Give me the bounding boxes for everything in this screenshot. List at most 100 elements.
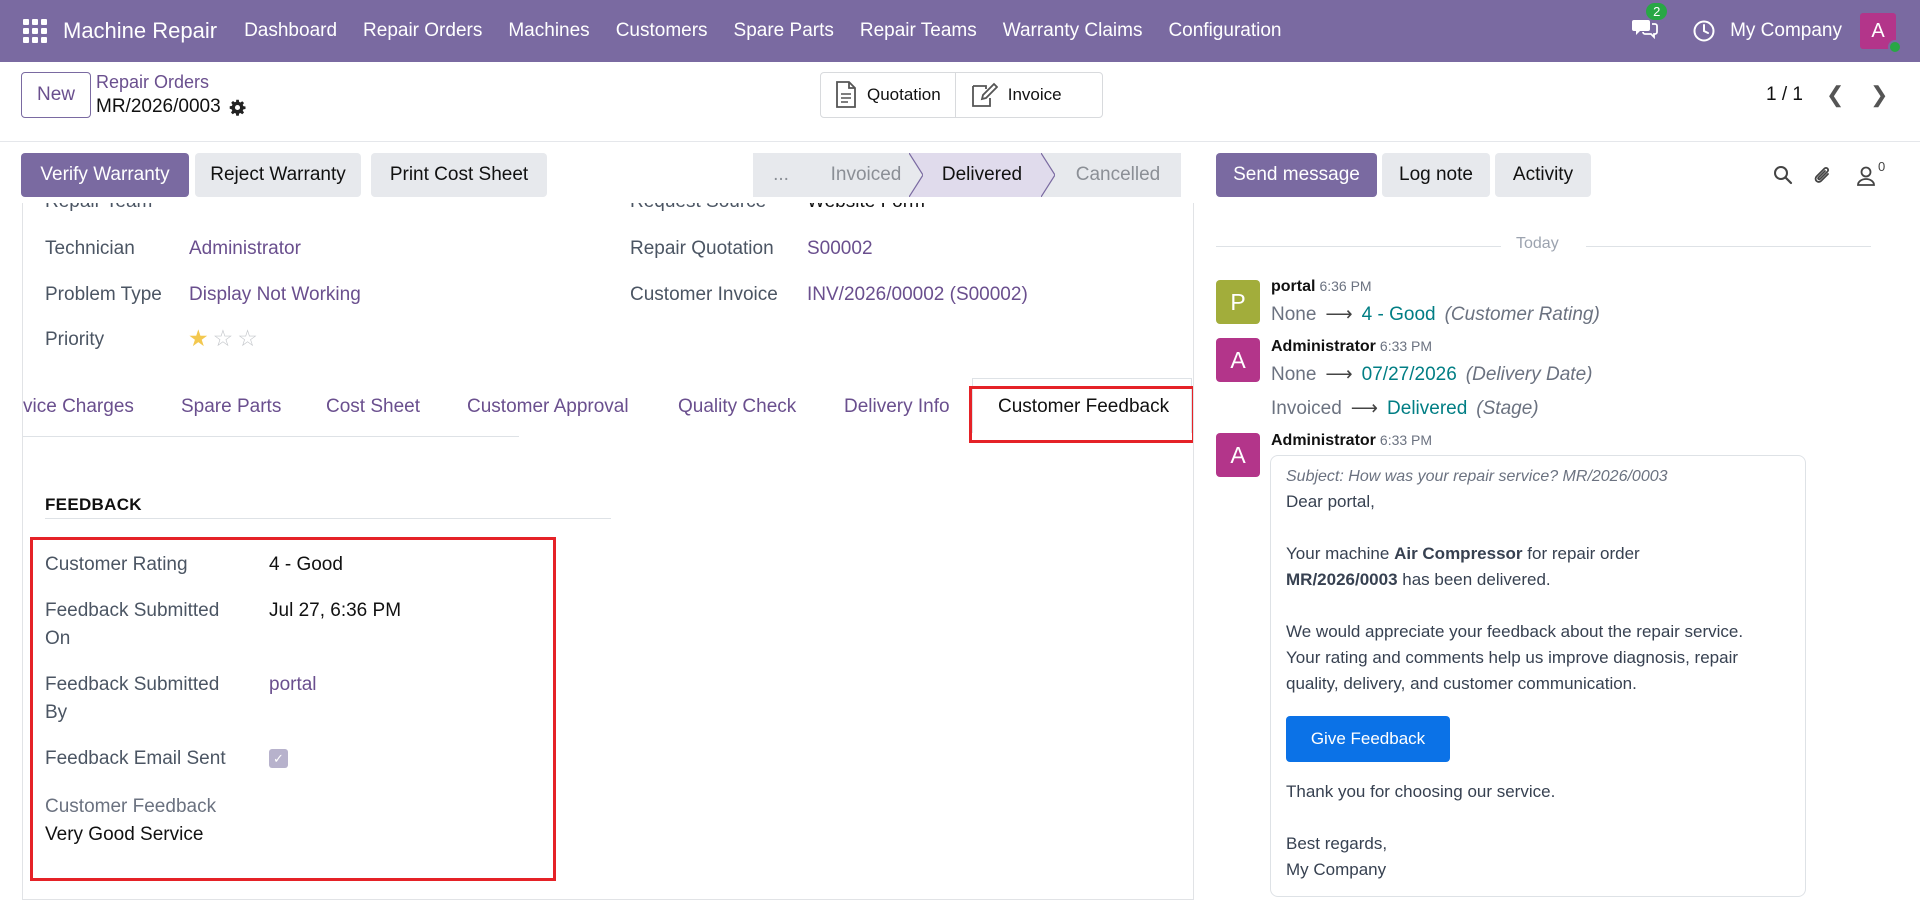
quotation-smart-button[interactable]: Quotation bbox=[821, 73, 955, 117]
submitted-on-label-line1: Feedback Submitted bbox=[45, 600, 220, 621]
old-value: None bbox=[1271, 303, 1317, 325]
verify-warranty-button[interactable]: Verify Warranty bbox=[21, 153, 189, 197]
email-paragraph-1-line1: Your machine Air Compressor for repair o… bbox=[1286, 544, 1640, 563]
date-separator: Today bbox=[1516, 235, 1559, 252]
breadcrumb-parent[interactable]: Repair Orders bbox=[96, 72, 209, 93]
top-navbar: Machine Repair Dashboard Repair Orders M… bbox=[0, 0, 1920, 62]
menu-repair-teams[interactable]: Repair Teams bbox=[860, 20, 977, 42]
clock-icon[interactable] bbox=[1692, 19, 1716, 43]
submitted-by-label-line1: Feedback Submitted bbox=[45, 674, 220, 695]
repair-quotation-label: Repair Quotation bbox=[630, 238, 774, 259]
menu-configuration[interactable]: Configuration bbox=[1168, 20, 1281, 42]
author-avatar[interactable]: P bbox=[1216, 280, 1260, 324]
arrow-right-icon: ⟶ bbox=[1325, 364, 1353, 385]
status-more[interactable]: ... bbox=[753, 153, 809, 197]
status-cancelled[interactable]: Cancelled bbox=[1055, 153, 1181, 197]
reject-warranty-button[interactable]: Reject Warranty bbox=[195, 153, 361, 197]
customer-feedback-label: Customer Feedback bbox=[45, 796, 217, 817]
section-divider bbox=[45, 518, 611, 519]
email-paragraph-1-line2: MR/2026/0003 has been delivered. bbox=[1286, 570, 1551, 589]
email-paragraph-2-line1: We would appreciate your feedback about … bbox=[1286, 622, 1744, 641]
pager-next-icon[interactable]: ❯ bbox=[1870, 82, 1888, 108]
star-icon[interactable]: ☆ bbox=[237, 325, 258, 352]
date-divider-right bbox=[1586, 246, 1871, 247]
menu-warranty-claims[interactable]: Warranty Claims bbox=[1003, 20, 1143, 42]
new-button[interactable]: New bbox=[21, 72, 91, 118]
priority-stars[interactable]: ★ ☆ ☆ bbox=[188, 325, 258, 352]
problem-type-value[interactable]: Display Not Working bbox=[189, 284, 361, 306]
menu-dashboard[interactable]: Dashboard bbox=[244, 20, 337, 42]
print-cost-sheet-button[interactable]: Print Cost Sheet bbox=[371, 153, 547, 197]
technician-label: Technician bbox=[45, 238, 135, 259]
form-sheet: Repair Team Request Source Website Form … bbox=[22, 203, 1194, 900]
gear-icon[interactable] bbox=[229, 99, 246, 116]
user-avatar[interactable]: A bbox=[1860, 13, 1902, 54]
status-invoiced[interactable]: Invoiced bbox=[809, 153, 909, 197]
email-signature: My Company bbox=[1286, 860, 1387, 879]
messages-button[interactable]: 2 bbox=[1632, 3, 1668, 45]
app-name[interactable]: Machine Repair bbox=[63, 18, 217, 44]
notebook-tabs: vice Charges Spare Parts Cost Sheet Cust… bbox=[23, 378, 1193, 443]
priority-label: Priority bbox=[45, 329, 105, 350]
search-icon[interactable] bbox=[1773, 165, 1793, 185]
request-source-value[interactable]: Website Form bbox=[807, 203, 925, 213]
new-value: Delivered bbox=[1387, 397, 1468, 419]
status-delivered[interactable]: Delivered bbox=[923, 153, 1041, 197]
email-subject: Subject: How was your repair service? MR… bbox=[1286, 468, 1668, 485]
record-name: MR/2026/0003 bbox=[96, 96, 221, 117]
arrow-right-icon: ⟶ bbox=[1350, 398, 1379, 419]
tab-delivery-info[interactable]: Delivery Info bbox=[844, 396, 950, 418]
tab-customer-approval[interactable]: Customer Approval bbox=[467, 396, 629, 418]
message-time: 6:33 PM bbox=[1379, 338, 1433, 354]
new-value: 07/27/2026 bbox=[1361, 363, 1457, 385]
field-name: (Delivery Date) bbox=[1465, 363, 1593, 385]
pager-previous-icon[interactable]: ❮ bbox=[1826, 82, 1844, 108]
star-icon[interactable]: ☆ bbox=[213, 325, 234, 352]
email-thanks: Thank you for choosing our service. bbox=[1286, 782, 1556, 801]
invoice-smart-button[interactable]: Invoice bbox=[954, 73, 1102, 117]
apps-grid-icon[interactable] bbox=[23, 19, 47, 43]
repair-quotation-value[interactable]: S00002 bbox=[807, 238, 873, 260]
old-value: Invoiced bbox=[1271, 397, 1342, 419]
tab-spare-parts[interactable]: Spare Parts bbox=[181, 396, 281, 418]
author-avatar[interactable]: A bbox=[1216, 338, 1260, 382]
pager-value[interactable]: 1 / 1 bbox=[1766, 84, 1803, 106]
log-note-button[interactable]: Log note bbox=[1382, 153, 1490, 197]
customer-feedback-value[interactable]: Very Good Service bbox=[45, 824, 203, 846]
star-icon[interactable]: ★ bbox=[188, 325, 209, 352]
followers-icon[interactable] bbox=[1856, 165, 1876, 187]
company-switcher[interactable]: My Company bbox=[1730, 20, 1842, 42]
email-sent-checkbox[interactable]: ✓ bbox=[269, 749, 288, 768]
message-author[interactable]: portal 6:36 PM bbox=[1271, 278, 1372, 296]
customer-invoice-value[interactable]: INV/2026/00002 (S00002) bbox=[807, 284, 1028, 306]
email-paragraph-2-line2: Your rating and comments help us improve… bbox=[1286, 648, 1739, 667]
give-feedback-button[interactable]: Give Feedback bbox=[1286, 716, 1450, 762]
smart-buttons: Quotation Invoice bbox=[820, 72, 1103, 118]
submitted-by-value[interactable]: portal bbox=[269, 674, 317, 696]
message-author[interactable]: Administrator 6:33 PM bbox=[1271, 338, 1432, 356]
tab-cost-sheet[interactable]: Cost Sheet bbox=[326, 396, 420, 418]
new-value: 4 - Good bbox=[1361, 303, 1436, 325]
date-divider-left bbox=[1216, 246, 1501, 247]
menu-repair-orders[interactable]: Repair Orders bbox=[363, 20, 482, 42]
document-icon bbox=[836, 81, 856, 108]
submitted-on-value[interactable]: Jul 27, 6:36 PM bbox=[269, 600, 401, 622]
activity-button[interactable]: Activity bbox=[1495, 153, 1591, 197]
old-value: None bbox=[1271, 363, 1317, 385]
send-message-button[interactable]: Send message bbox=[1216, 153, 1377, 197]
menu-machines[interactable]: Machines bbox=[508, 20, 589, 42]
tab-quality-check[interactable]: Quality Check bbox=[678, 396, 796, 418]
email-message-card: Subject: How was your repair service? MR… bbox=[1270, 455, 1806, 897]
menu-spare-parts[interactable]: Spare Parts bbox=[734, 20, 834, 42]
menu-customers[interactable]: Customers bbox=[616, 20, 708, 42]
customer-invoice-label: Customer Invoice bbox=[630, 284, 778, 305]
customer-rating-label: Customer Rating bbox=[45, 554, 188, 575]
tab-service-charges[interactable]: vice Charges bbox=[23, 396, 134, 418]
technician-value[interactable]: Administrator bbox=[189, 238, 301, 260]
author-avatar[interactable]: A bbox=[1216, 433, 1260, 477]
tab-customer-feedback[interactable]: Customer Feedback bbox=[972, 378, 1193, 433]
paperclip-icon[interactable] bbox=[1813, 165, 1833, 187]
customer-rating-value[interactable]: 4 - Good bbox=[269, 554, 343, 576]
tracking-line: None ⟶ 07/27/2026 (Delivery Date) bbox=[1271, 363, 1592, 386]
message-author[interactable]: Administrator 6:33 PM bbox=[1271, 432, 1432, 450]
